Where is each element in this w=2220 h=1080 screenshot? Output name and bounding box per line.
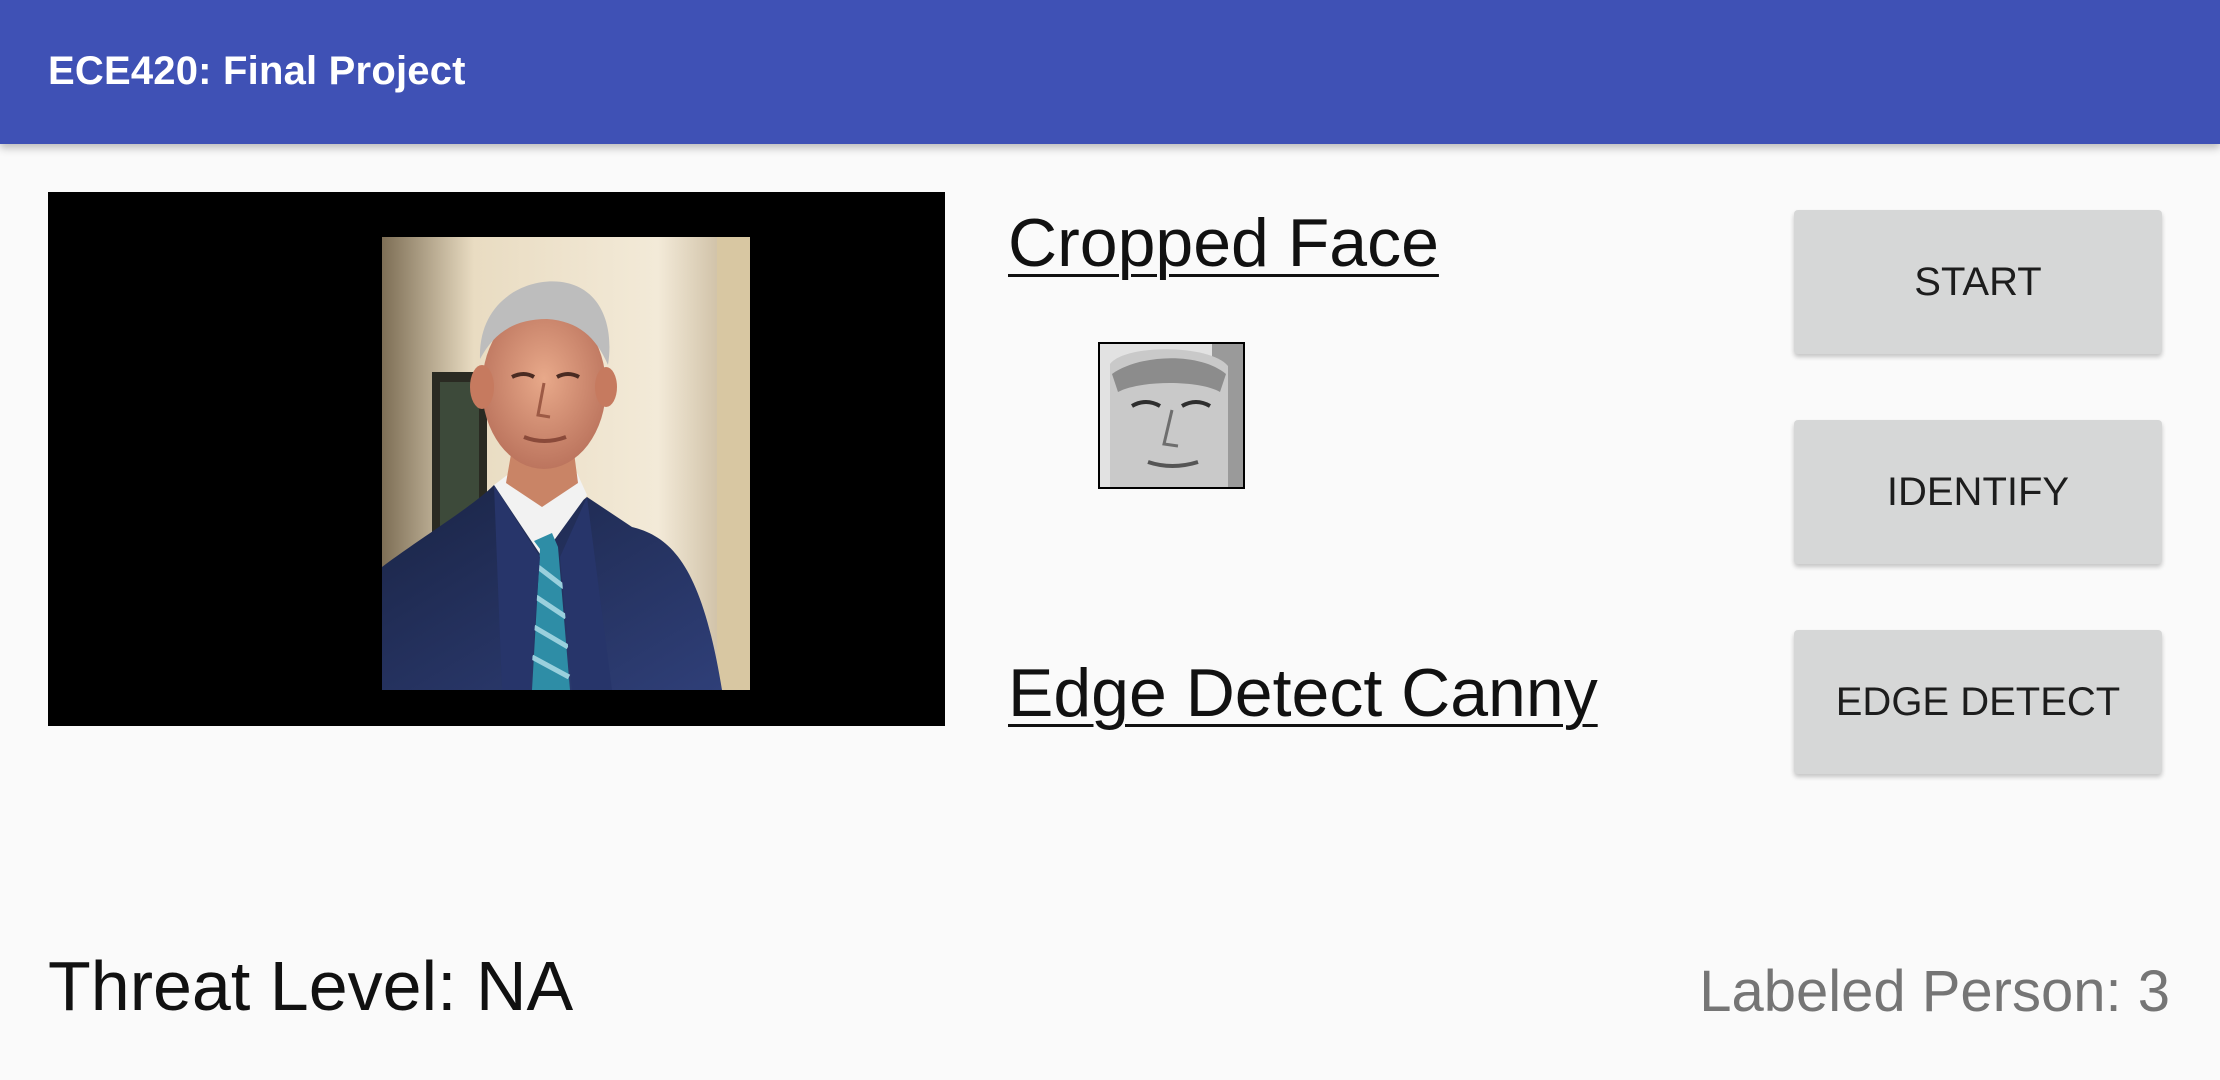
cropped-face-image <box>1098 342 1245 489</box>
start-button[interactable]: START <box>1794 210 2162 354</box>
camera-preview <box>48 192 945 726</box>
portrait-photo-icon <box>382 237 750 690</box>
app-title: ECE420: Final Project <box>48 49 466 93</box>
labeled-person-label: Labeled Person: 3 <box>1699 959 2170 1024</box>
app-bar: ECE420: Final Project <box>0 0 2220 144</box>
edge-detect-canny-title: Edge Detect Canny <box>1008 655 1598 731</box>
edge-detect-button[interactable]: EDGE DETECT <box>1794 630 2162 774</box>
threat-level-label: Threat Level: NA <box>48 947 574 1025</box>
grayscale-face-thumbnail-icon <box>1100 344 1243 487</box>
identify-button[interactable]: IDENTIFY <box>1794 420 2162 564</box>
cropped-face-title: Cropped Face <box>1008 205 1439 281</box>
